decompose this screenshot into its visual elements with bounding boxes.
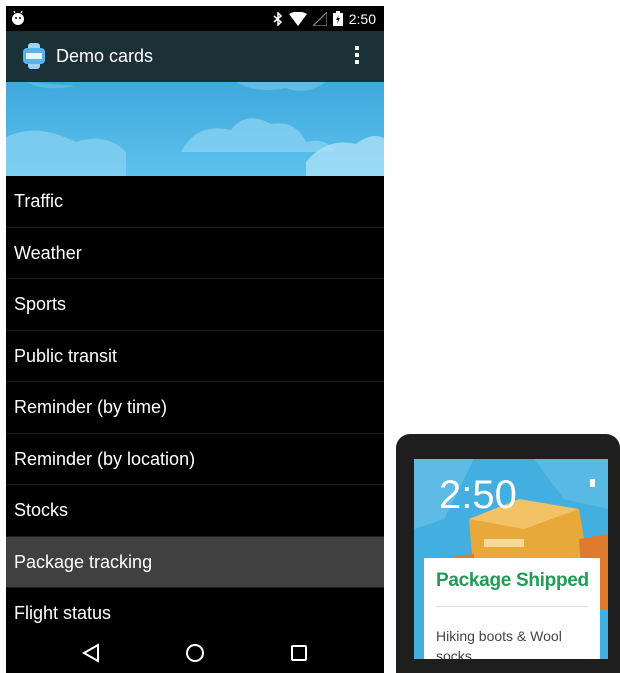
back-icon	[82, 643, 99, 663]
card-divider	[436, 606, 588, 607]
clouds-illustration	[6, 82, 384, 176]
watch-app-icon	[23, 43, 45, 69]
wifi-icon	[288, 11, 307, 26]
watch-screen: 2:50 Package Shipped Hiking boots & Wool…	[414, 459, 608, 659]
back-button[interactable]	[61, 633, 121, 673]
navigation-bar	[6, 633, 384, 673]
watch-battery-icon	[590, 479, 595, 487]
battery-icon	[332, 11, 343, 26]
list-item[interactable]: Weather	[6, 228, 384, 279]
list-item[interactable]: Stocks	[6, 485, 384, 537]
smartwatch: 2:50 Package Shipped Hiking boots & Wool…	[396, 434, 620, 673]
list-item[interactable]: Public transit	[6, 331, 384, 382]
signal-icon	[312, 11, 327, 26]
list-item-selected[interactable]: Package tracking	[6, 536, 384, 588]
status-time: 2:50	[348, 10, 376, 27]
card-title: Package Shipped	[436, 570, 589, 591]
android-notification-icon	[12, 10, 24, 25]
header-banner	[6, 82, 384, 176]
bluetooth-icon	[273, 11, 282, 26]
notification-card[interactable]: Package Shipped Hiking boots & Wool sock…	[424, 558, 600, 659]
watch-time: 2:50	[439, 473, 517, 517]
overflow-menu-icon[interactable]	[354, 44, 360, 70]
home-button[interactable]	[165, 633, 225, 673]
phone-screen: 2:50 Demo cards Traffic Weather Sports P…	[6, 6, 384, 673]
card-body: Hiking boots & Wool socks	[436, 628, 562, 659]
status-bar: 2:50	[6, 6, 384, 31]
recents-icon	[291, 645, 307, 661]
action-bar: Demo cards	[6, 31, 384, 82]
demo-cards-list: Traffic Weather Sports Public transit Re…	[6, 176, 384, 640]
recents-button[interactable]	[269, 633, 329, 673]
list-item[interactable]: Flight status	[6, 588, 384, 640]
app-title: Demo cards	[56, 46, 154, 66]
list-item[interactable]: Reminder (by time)	[6, 382, 384, 434]
list-item[interactable]: Sports	[6, 279, 384, 331]
list-item[interactable]: Traffic	[6, 176, 384, 228]
home-icon	[186, 644, 204, 662]
list-item[interactable]: Reminder (by location)	[6, 434, 384, 485]
